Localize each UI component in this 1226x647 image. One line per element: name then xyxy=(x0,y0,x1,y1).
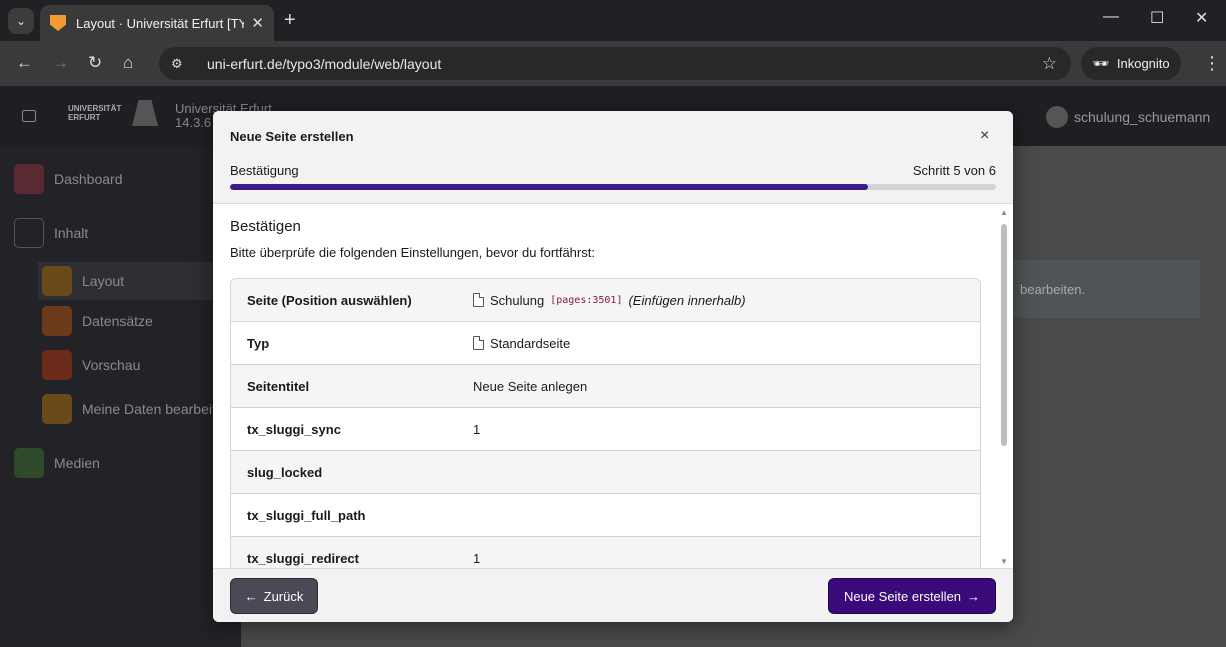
window-close-icon[interactable]: ✕ xyxy=(1195,8,1208,28)
browser-menu-icon[interactable]: ⋮ xyxy=(1203,53,1221,74)
row-value: 1 xyxy=(473,550,481,566)
table-row: Typ Standardseite xyxy=(231,322,980,365)
incognito-label: Inkognito xyxy=(1116,56,1170,71)
row-key: Typ xyxy=(247,335,270,351)
tab-title: Layout · Universität Erfurt [TYPO xyxy=(76,15,244,31)
home-icon[interactable]: ⌂ xyxy=(123,53,133,73)
bookmark-star-icon[interactable]: ☆ xyxy=(1042,54,1057,74)
row-key: Seite (Position auswählen) xyxy=(247,292,412,308)
table-row: slug_locked xyxy=(231,451,980,494)
arrow-left-icon: ← xyxy=(244,588,258,604)
typo3-favicon-icon xyxy=(50,15,66,31)
minimize-icon[interactable]: — xyxy=(1103,8,1119,26)
incognito-icon: 🕶 xyxy=(1092,55,1109,71)
row-value: Neue Seite anlegen xyxy=(473,378,588,394)
incognito-badge[interactable]: 🕶 Inkognito xyxy=(1081,47,1181,80)
back-arrow-icon[interactable]: ← xyxy=(16,53,33,73)
table-row: Seitentitel Neue Seite anlegen xyxy=(231,365,980,408)
row-value: 1 xyxy=(473,421,481,437)
modal-footer: ← Zurück Neue Seite erstellen → xyxy=(213,568,1013,622)
scroll-down-arrow-icon[interactable]: ▼ xyxy=(1000,557,1008,566)
browser-toolbar: ← → ↻ ⌂ ⚙ uni-erfurt.de/typo3/module/web… xyxy=(0,41,1226,86)
table-row: tx_sluggi_sync 1 xyxy=(231,408,980,451)
step-count: Schritt 5 von 6 xyxy=(912,163,996,178)
maximize-icon[interactable]: ☐ xyxy=(1150,8,1164,28)
page-id-code: [pages:3501] xyxy=(550,294,623,306)
modal-close-icon[interactable]: × xyxy=(980,127,989,145)
new-page-wizard-modal: Neue Seite erstellen × Bestätigung Schri… xyxy=(213,111,1013,622)
row-key: slug_locked xyxy=(247,464,323,480)
settings-summary-table: Seite (Position auswählen) Schulung [pag… xyxy=(230,278,981,568)
tab-search-chevron-icon[interactable]: ⌄ xyxy=(8,8,34,34)
progress-bar xyxy=(230,184,996,190)
table-row: tx_sluggi_full_path xyxy=(231,494,980,537)
arrow-right-icon: → xyxy=(967,588,981,604)
row-value: Schulung [pages:3501] (Einfügen innerhal… xyxy=(473,293,980,308)
modal-header: Neue Seite erstellen × Bestätigung Schri… xyxy=(213,111,1013,204)
browser-tabbar: ⌄ Layout · Universität Erfurt [TYPO ✕ + … xyxy=(0,0,1226,41)
table-row: Seite (Position auswählen) Schulung [pag… xyxy=(231,279,980,322)
tab-close-icon[interactable]: ✕ xyxy=(251,14,264,32)
scroll-up-arrow-icon[interactable]: ▲ xyxy=(1000,208,1008,217)
row-key: tx_sluggi_full_path xyxy=(247,507,366,523)
url-text: uni-erfurt.de/typo3/module/web/layout xyxy=(207,55,442,72)
position-hint: (Einfügen innerhalb) xyxy=(628,292,746,308)
confirm-intro: Bitte überprüfe die folgenden Einstellun… xyxy=(230,245,595,260)
browser-tab[interactable]: Layout · Universität Erfurt [TYPO ✕ xyxy=(40,5,274,41)
scrollbar-thumb[interactable] xyxy=(1001,224,1007,446)
step-label: Bestätigung xyxy=(230,163,299,178)
row-key: tx_sluggi_redirect xyxy=(247,550,359,566)
table-row: tx_sluggi_redirect 1 xyxy=(231,537,980,568)
site-info-icon[interactable]: ⚙ xyxy=(171,56,189,72)
row-key: tx_sluggi_sync xyxy=(247,421,341,437)
progress-bar-fill xyxy=(230,184,869,190)
confirm-heading: Bestätigen xyxy=(230,218,301,235)
modal-scrollbar[interactable]: ▲ ▼ xyxy=(998,204,1010,568)
back-button[interactable]: ← Zurück xyxy=(230,578,318,614)
page-icon xyxy=(473,336,484,350)
reload-icon[interactable]: ↻ xyxy=(88,53,102,73)
new-tab-plus-icon[interactable]: + xyxy=(284,9,296,32)
address-bar[interactable]: ⚙ uni-erfurt.de/typo3/module/web/layout … xyxy=(159,47,1071,80)
page-icon xyxy=(473,293,484,307)
modal-title: Neue Seite erstellen xyxy=(230,129,354,144)
forward-arrow-icon[interactable]: → xyxy=(52,53,69,73)
create-page-button[interactable]: Neue Seite erstellen → xyxy=(828,578,996,614)
modal-body: Bestätigen Bitte überprüfe die folgenden… xyxy=(213,204,1013,568)
row-key: Seitentitel xyxy=(247,378,310,394)
row-value: Standardseite xyxy=(473,336,980,351)
